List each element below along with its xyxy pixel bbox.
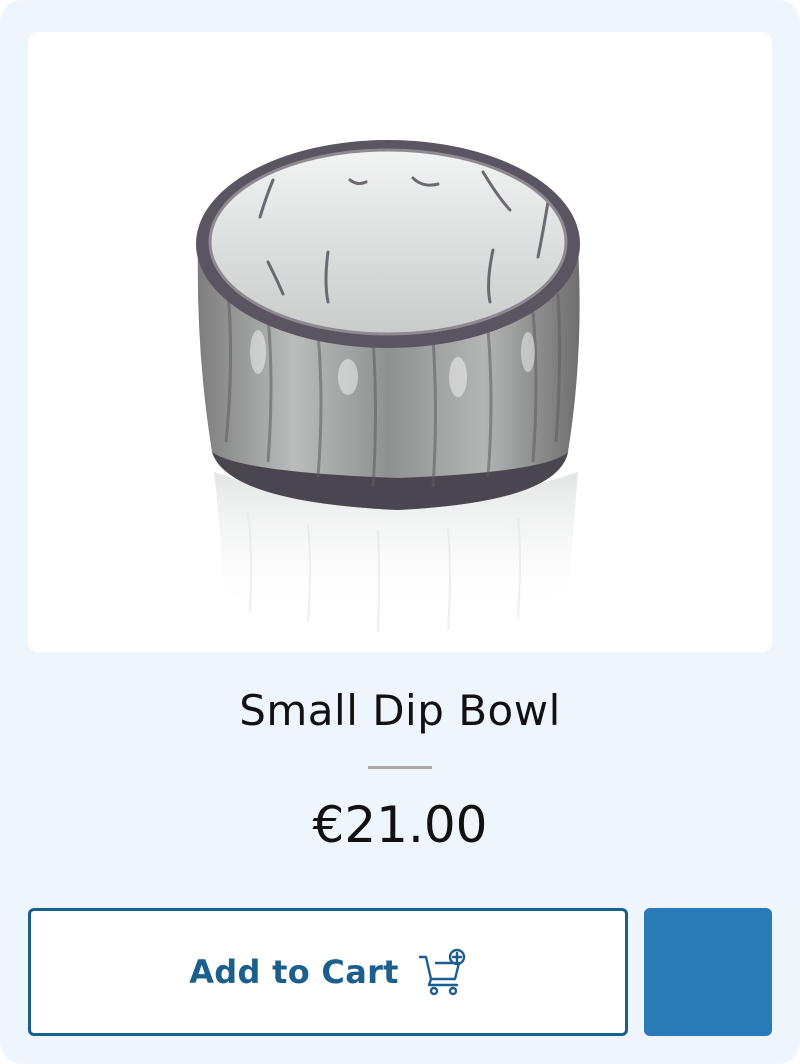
secondary-action-button[interactable] (644, 908, 772, 1036)
add-to-cart-button[interactable]: Add to Cart (28, 908, 628, 1036)
title-divider (368, 766, 432, 769)
product-price: €21.00 (312, 796, 488, 854)
product-title[interactable]: Small Dip Bowl (0, 686, 800, 735)
cart-add-icon (417, 947, 467, 997)
glass-bowl-illustration (196, 140, 580, 633)
product-card: Small Dip Bowl €21.00 Add to Cart (0, 0, 800, 1064)
product-image[interactable] (28, 32, 772, 652)
add-to-cart-label: Add to Cart (189, 953, 399, 991)
